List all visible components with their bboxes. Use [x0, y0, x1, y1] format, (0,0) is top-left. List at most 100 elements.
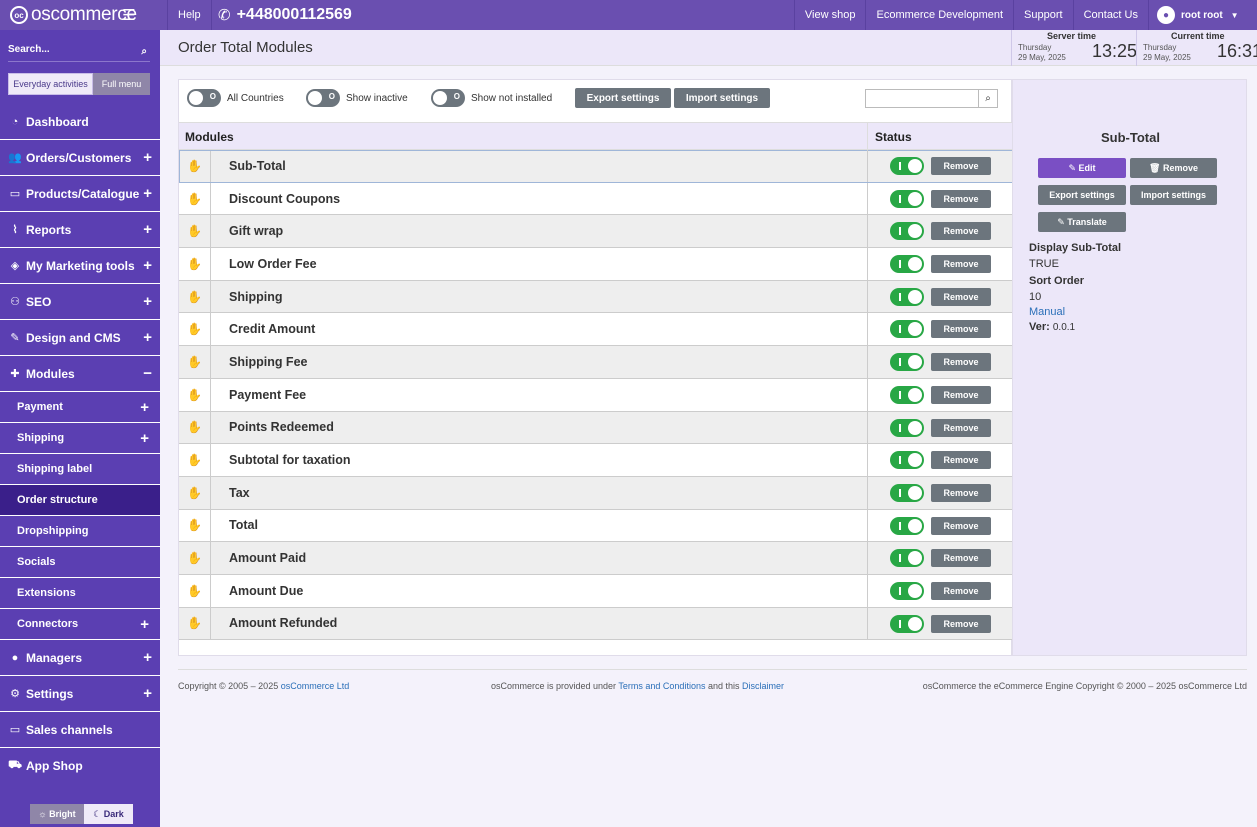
table-row[interactable]: ✋ Gift wrap Remove: [179, 215, 1013, 249]
remove-button[interactable]: Remove: [931, 222, 991, 241]
sidebar-subitem-shipping[interactable]: Shipping +: [0, 423, 160, 454]
module-search-input[interactable]: ⌕: [865, 89, 998, 108]
user-menu[interactable]: ● root root ▼: [1148, 0, 1257, 30]
remove-button[interactable]: Remove: [931, 385, 991, 404]
status-toggle[interactable]: [890, 581, 924, 600]
table-row[interactable]: ✋ Shipping Remove: [179, 280, 1013, 314]
status-toggle[interactable]: [890, 353, 924, 372]
search-icon[interactable]: ⌕: [978, 90, 997, 107]
sidebar-item-managers[interactable]: ● Managers +: [0, 640, 160, 676]
show-not-installed-toggle[interactable]: O Show not installed: [431, 89, 552, 107]
sidebar-item-settings[interactable]: ⚙ Settings +: [0, 676, 160, 712]
drag-handle-icon[interactable]: ✋: [179, 215, 211, 248]
show-inactive-toggle[interactable]: O Show inactive: [306, 89, 408, 107]
table-row[interactable]: ✋ Credit Amount Remove: [179, 313, 1013, 347]
sidebar-subitem-shipping-label[interactable]: Shipping label: [0, 454, 160, 485]
table-row[interactable]: ✋ Amount Refunded Remove: [179, 607, 1013, 641]
table-row[interactable]: ✋ Tax Remove: [179, 476, 1013, 510]
sidebar-subitem-socials[interactable]: Socials: [0, 547, 160, 578]
theme-dark-button[interactable]: ☾ Dark: [84, 804, 133, 824]
drag-handle-icon[interactable]: ✋: [179, 509, 211, 542]
table-row[interactable]: ✋ Discount Coupons Remove: [179, 182, 1013, 216]
phone-number[interactable]: ✆ +448000112569: [218, 0, 352, 30]
sidebar-subitem-payment[interactable]: Payment +: [0, 392, 160, 423]
manual-link[interactable]: Manual: [1029, 306, 1065, 318]
drag-handle-icon[interactable]: ✋: [179, 607, 211, 640]
remove-button[interactable]: Remove: [931, 549, 991, 568]
terms-link[interactable]: Terms and Conditions: [618, 681, 705, 691]
sidebar-item-sales-channels[interactable]: ▭ Sales channels: [0, 712, 160, 748]
drag-handle-icon[interactable]: ✋: [179, 378, 211, 411]
table-row[interactable]: ✋ Amount Paid Remove: [179, 542, 1013, 575]
drag-handle-icon[interactable]: ✋: [179, 313, 211, 346]
tab-everyday-activities[interactable]: Everyday activities: [8, 73, 93, 95]
remove-button[interactable]: Remove: [931, 451, 991, 470]
oscommerce-ltd-link[interactable]: osCommerce Ltd: [281, 681, 350, 691]
sidebar-item-orders-customers[interactable]: 👥 Orders/Customers +: [0, 140, 160, 176]
hamburger-menu-icon[interactable]: ☰: [118, 0, 140, 30]
table-row[interactable]: ✋ Amount Due Remove: [179, 574, 1013, 608]
translate-button[interactable]: ✎ Translate: [1038, 212, 1126, 232]
theme-bright-button[interactable]: ☼ Bright: [30, 804, 84, 824]
drag-handle-icon[interactable]: ✋: [179, 150, 211, 182]
drag-handle-icon[interactable]: ✋: [179, 542, 211, 574]
table-row[interactable]: ✋ Sub-Total Remove: [179, 150, 1013, 183]
sidebar-item-marketing-tools[interactable]: ◈ My Marketing tools +: [0, 248, 160, 284]
table-row[interactable]: ✋ Points Redeemed Remove: [179, 411, 1013, 445]
sidebar-item-modules[interactable]: ✚ Modules −: [0, 356, 160, 392]
remove-button[interactable]: Remove: [931, 353, 991, 372]
remove-button[interactable]: Remove: [931, 157, 991, 175]
import-settings-button[interactable]: Import settings: [674, 88, 770, 108]
help-link[interactable]: Help: [167, 0, 212, 30]
remove-button[interactable]: Remove: [931, 189, 991, 208]
sidebar-search[interactable]: Search... ⌕: [8, 40, 150, 62]
detail-export-settings-button[interactable]: Export settings: [1038, 185, 1126, 205]
tab-full-menu[interactable]: Full menu: [93, 73, 150, 95]
remove-button[interactable]: Remove: [931, 418, 991, 437]
status-toggle[interactable]: [890, 516, 924, 535]
edit-button[interactable]: ✎ Edit: [1038, 158, 1126, 178]
status-toggle[interactable]: [890, 189, 924, 208]
remove-module-button[interactable]: 🗑 Remove: [1130, 158, 1217, 178]
drag-handle-icon[interactable]: ✋: [179, 444, 211, 476]
table-row[interactable]: ✋ Shipping Fee Remove: [179, 346, 1013, 379]
detail-import-settings-button[interactable]: Import settings: [1130, 185, 1217, 205]
search-icon[interactable]: ⌕: [141, 46, 147, 57]
export-settings-button[interactable]: Export settings: [575, 88, 671, 108]
status-toggle[interactable]: [890, 222, 924, 241]
drag-handle-icon[interactable]: ✋: [179, 574, 211, 607]
view-shop-link[interactable]: View shop: [793, 0, 866, 30]
remove-button[interactable]: Remove: [931, 483, 991, 502]
drag-handle-icon[interactable]: ✋: [179, 248, 211, 280]
status-toggle[interactable]: [890, 614, 924, 633]
contact-us-link[interactable]: Contact Us: [1072, 0, 1148, 30]
drag-handle-icon[interactable]: ✋: [179, 346, 211, 378]
sidebar-item-products-catalogue[interactable]: ▭ Products/Catalogue +: [0, 176, 160, 212]
sidebar-subitem-connectors[interactable]: Connectors +: [0, 609, 160, 640]
drag-handle-icon[interactable]: ✋: [179, 182, 211, 215]
table-row[interactable]: ✋ Subtotal for taxation Remove: [179, 444, 1013, 477]
sidebar-item-dashboard[interactable]: ◔ Dashboard: [0, 104, 160, 140]
sidebar-item-design-cms[interactable]: ✎ Design and CMS +: [0, 320, 160, 356]
sidebar-item-app-shop[interactable]: ⛟ App Shop: [0, 748, 160, 784]
ecommerce-development-link[interactable]: Ecommerce Development: [865, 0, 1013, 30]
remove-button[interactable]: Remove: [931, 614, 991, 633]
drag-handle-icon[interactable]: ✋: [179, 476, 211, 509]
support-link[interactable]: Support: [1013, 0, 1073, 30]
status-toggle[interactable]: [890, 287, 924, 306]
status-toggle[interactable]: [890, 157, 924, 175]
status-toggle[interactable]: [890, 385, 924, 404]
table-row[interactable]: ✋ Payment Fee Remove: [179, 378, 1013, 412]
sidebar-item-reports[interactable]: ⌇ Reports +: [0, 212, 160, 248]
sidebar-item-seo[interactable]: ⚇ SEO +: [0, 284, 160, 320]
drag-handle-icon[interactable]: ✋: [179, 280, 211, 313]
remove-button[interactable]: Remove: [931, 255, 991, 274]
remove-button[interactable]: Remove: [931, 320, 991, 339]
status-toggle[interactable]: [890, 451, 924, 470]
all-countries-toggle[interactable]: O All Countries: [187, 89, 284, 107]
status-toggle[interactable]: [890, 255, 924, 274]
remove-button[interactable]: Remove: [931, 581, 991, 600]
table-row[interactable]: ✋ Low Order Fee Remove: [179, 248, 1013, 281]
disclaimer-link[interactable]: Disclaimer: [742, 681, 784, 691]
table-row[interactable]: ✋ Total Remove: [179, 509, 1013, 543]
